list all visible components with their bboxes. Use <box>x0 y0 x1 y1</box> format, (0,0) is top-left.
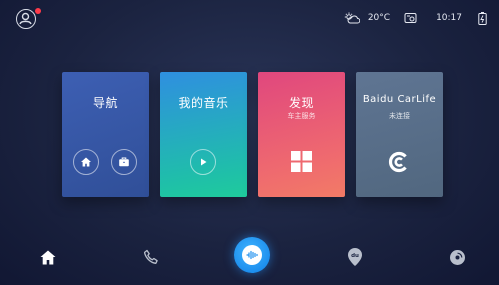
briefcase-icon <box>119 157 129 167</box>
discover-card[interactable]: 发现 车主服务 <box>258 72 345 197</box>
play-icon <box>201 158 207 166</box>
user-avatar-button[interactable] <box>16 9 36 29</box>
discover-card-title: 发现 <box>288 96 314 110</box>
grid-icon <box>291 151 312 176</box>
music-card-title: 我的音乐 <box>178 96 229 110</box>
music-play-button[interactable] <box>190 149 216 175</box>
dock-music-button[interactable] <box>446 246 468 268</box>
user-avatar-icon <box>19 12 32 25</box>
clock-time: 10:17 <box>436 13 462 23</box>
music-disc-icon <box>449 249 465 265</box>
nav-home-button[interactable] <box>73 149 99 175</box>
voice-assistant-icon <box>242 245 262 265</box>
battery-icon <box>478 11 487 25</box>
navigation-card[interactable]: 导航 <box>62 72 149 197</box>
carlife-logo-icon <box>388 151 410 177</box>
map-pin-icon: du <box>348 248 362 266</box>
temperature-text: 20°C <box>367 13 391 23</box>
dock-home-button[interactable] <box>37 246 59 268</box>
nav-work-button[interactable] <box>111 149 137 175</box>
home-icon <box>81 157 91 167</box>
home-icon <box>40 250 56 264</box>
navigation-card-title: 导航 <box>92 96 118 110</box>
status-bar: 20°C 10:17 <box>344 9 487 27</box>
discover-card-subtitle: 车主服务 <box>287 112 316 120</box>
music-card[interactable]: 我的音乐 <box>160 72 247 197</box>
weather-partly-cloudy-icon <box>344 12 360 24</box>
map-pin-label: du <box>351 253 359 259</box>
storage-icon <box>404 12 418 24</box>
carlife-card-title: Baidu CarLife <box>362 94 437 105</box>
voice-assistant-button[interactable] <box>234 237 270 273</box>
notification-dot <box>35 8 41 14</box>
dock-phone-button[interactable] <box>140 246 162 268</box>
phone-icon <box>143 249 158 264</box>
carlife-card-subtitle: 未连接 <box>389 112 410 120</box>
carlife-card[interactable]: Baidu CarLife 未连接 <box>356 72 443 197</box>
dock-map-button[interactable]: du <box>344 246 366 268</box>
